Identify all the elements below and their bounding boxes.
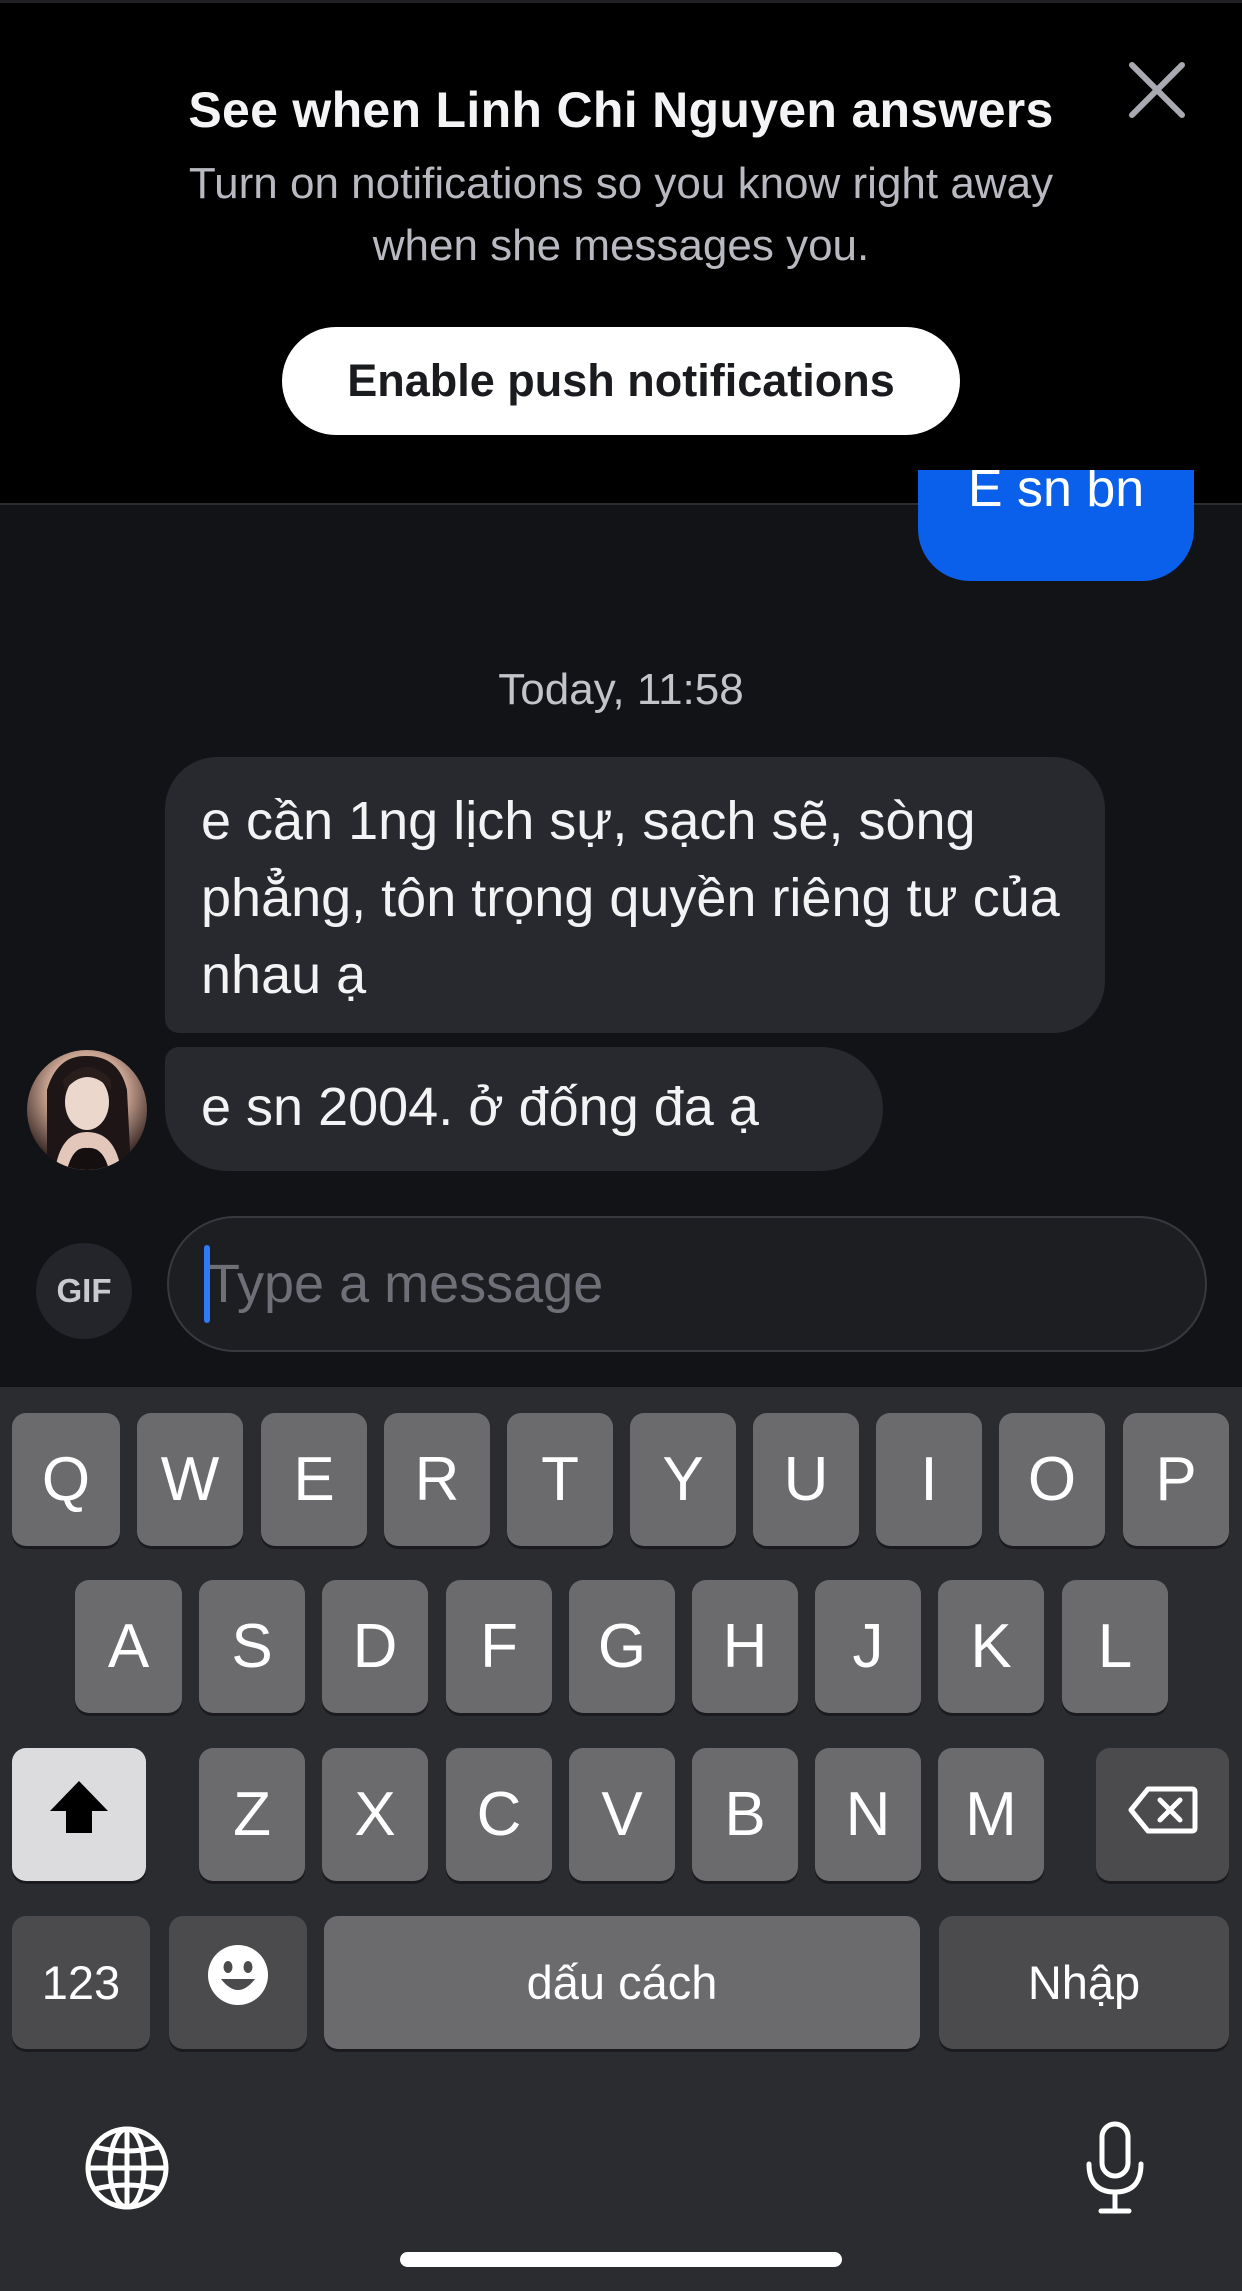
key-k[interactable]: K [938,1580,1044,1713]
key-v[interactable]: V [569,1748,675,1881]
key-e[interactable]: E [261,1413,367,1546]
backspace-key[interactable] [1096,1748,1229,1881]
key-j[interactable]: J [815,1580,921,1713]
key-l[interactable]: L [1062,1580,1168,1713]
microphone-icon[interactable] [1083,2120,1147,2216]
key-p[interactable]: P [1123,1413,1229,1546]
emoji-key[interactable] [169,1916,307,2049]
message-timestamp: Today, 11:58 [498,665,744,714]
home-indicator[interactable] [400,2252,842,2267]
banner-title: See when Linh Chi Nguyen answers [188,82,1054,138]
message-input[interactable] [167,1216,1207,1352]
received-message-bubble[interactable]: e cần 1ng lịch sự, sạch sẽ, sòng phẳng, … [165,757,1105,1033]
key-w[interactable]: W [137,1413,243,1546]
shift-key[interactable] [12,1748,146,1881]
key-m[interactable]: M [938,1748,1044,1881]
key-s[interactable]: S [199,1580,305,1713]
sent-message-text: E sn bn [967,470,1145,518]
backspace-icon [1128,1779,1198,1850]
avatar[interactable] [27,1050,147,1170]
key-u[interactable]: U [753,1413,859,1546]
keyboard: Q W E R T Y U I O P A S D F G H J K L Z … [0,1387,1242,2291]
emoji-icon [206,1943,270,2022]
sent-message-bubble[interactable]: E sn bn [918,470,1194,581]
shift-icon [46,1777,112,1852]
key-c[interactable]: C [446,1748,552,1881]
received-message-bubble[interactable]: e sn 2004. ở đống đa ạ [165,1047,883,1171]
close-icon[interactable] [1126,59,1188,121]
return-key[interactable]: Nhập [939,1916,1229,2049]
key-d[interactable]: D [322,1580,428,1713]
globe-icon[interactable] [84,2125,170,2211]
key-o[interactable]: O [999,1413,1105,1546]
key-h[interactable]: H [692,1580,798,1713]
numbers-key[interactable]: 123 [12,1916,150,2049]
chat-screen: See when Linh Chi Nguyen answers Turn on… [0,0,1242,2291]
key-y[interactable]: Y [630,1413,736,1546]
gif-button[interactable]: GIF [36,1243,132,1339]
space-key[interactable]: dấu cách [324,1916,920,2049]
key-a[interactable]: A [75,1580,182,1713]
banner-body: Turn on notifications so you know right … [188,159,1054,270]
key-f[interactable]: F [446,1580,552,1713]
key-t[interactable]: T [507,1413,613,1546]
key-g[interactable]: G [569,1580,675,1713]
key-z[interactable]: Z [199,1748,305,1881]
key-i[interactable]: I [876,1413,982,1546]
notification-banner: See when Linh Chi Nguyen answers Turn on… [0,0,1242,505]
key-r[interactable]: R [384,1413,490,1546]
key-q[interactable]: Q [12,1413,120,1546]
key-n[interactable]: N [815,1748,921,1881]
key-x[interactable]: X [322,1748,428,1881]
key-b[interactable]: B [692,1748,798,1881]
enable-push-notifications-button[interactable]: Enable push notifications [282,327,960,435]
text-caret [204,1245,210,1323]
